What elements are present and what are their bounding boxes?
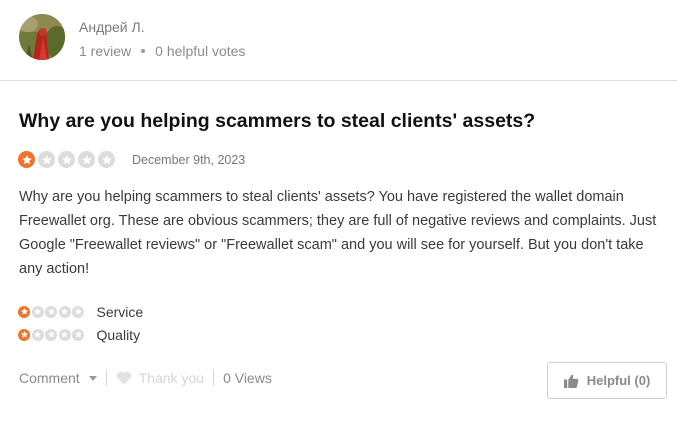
star-empty-icon — [31, 328, 44, 341]
star-empty-icon — [45, 328, 57, 341]
review-date: December 9th, 2023 — [132, 152, 246, 167]
reviewer-name[interactable]: Андрей Л. — [79, 18, 245, 36]
star-empty-icon — [98, 151, 115, 168]
helpful-label: Helpful (0) — [586, 373, 651, 388]
views-count: 0 Views — [223, 370, 272, 386]
header-divider — [0, 80, 677, 81]
star-empty-icon — [31, 305, 44, 318]
star-empty-icon — [58, 151, 75, 168]
thumbs-up-icon — [563, 374, 579, 388]
reviewer-stats: 1 review 0 helpful votes — [79, 42, 245, 60]
sub-ratings: Service Quality — [18, 300, 143, 346]
star-empty-icon — [78, 151, 95, 168]
review-count: 1 review — [79, 43, 132, 59]
star-empty-icon — [72, 328, 84, 341]
helpful-votes-count: 0 helpful votes — [155, 43, 246, 59]
star-empty-icon — [58, 305, 71, 318]
review-title[interactable]: Why are you helping scammers to steal cl… — [19, 108, 535, 134]
star-empty-icon — [72, 305, 84, 318]
sub-rating-quality: Quality — [18, 323, 143, 346]
review-actions: Comment Thank you 0 Views — [19, 370, 272, 386]
star-empty-icon — [58, 328, 71, 341]
star-filled-icon — [18, 328, 30, 341]
star-empty-icon — [45, 305, 57, 318]
sub-star-rating — [18, 328, 86, 341]
helpful-button[interactable]: Helpful (0) — [547, 362, 667, 399]
heart-icon — [116, 371, 131, 385]
sub-star-rating — [18, 305, 86, 318]
action-divider — [105, 370, 107, 386]
comment-button[interactable]: Comment — [19, 370, 97, 386]
avatar[interactable] — [19, 14, 65, 60]
star-filled-icon — [18, 305, 30, 318]
thank-you-button[interactable]: Thank you — [116, 370, 204, 386]
thank-you-label: Thank you — [138, 370, 205, 386]
sub-rating-label: Quality — [96, 326, 141, 343]
review-card: Андрей Л. 1 review 0 helpful votes Why a… — [0, 0, 677, 422]
chevron-down-icon — [88, 375, 97, 381]
overall-star-rating — [18, 151, 118, 168]
star-empty-icon — [38, 151, 55, 168]
separator-dot — [141, 49, 146, 53]
overall-rating-row: December 9th, 2023 — [18, 151, 245, 168]
sub-rating-service: Service — [18, 300, 143, 323]
star-filled-icon — [18, 151, 35, 168]
action-divider — [213, 370, 215, 386]
reviewer-header: Андрей Л. 1 review 0 helpful votes — [19, 14, 245, 60]
comment-label: Comment — [19, 370, 80, 386]
sub-rating-label: Service — [96, 303, 144, 320]
review-body: Why are you helping scammers to steal cl… — [19, 189, 657, 277]
